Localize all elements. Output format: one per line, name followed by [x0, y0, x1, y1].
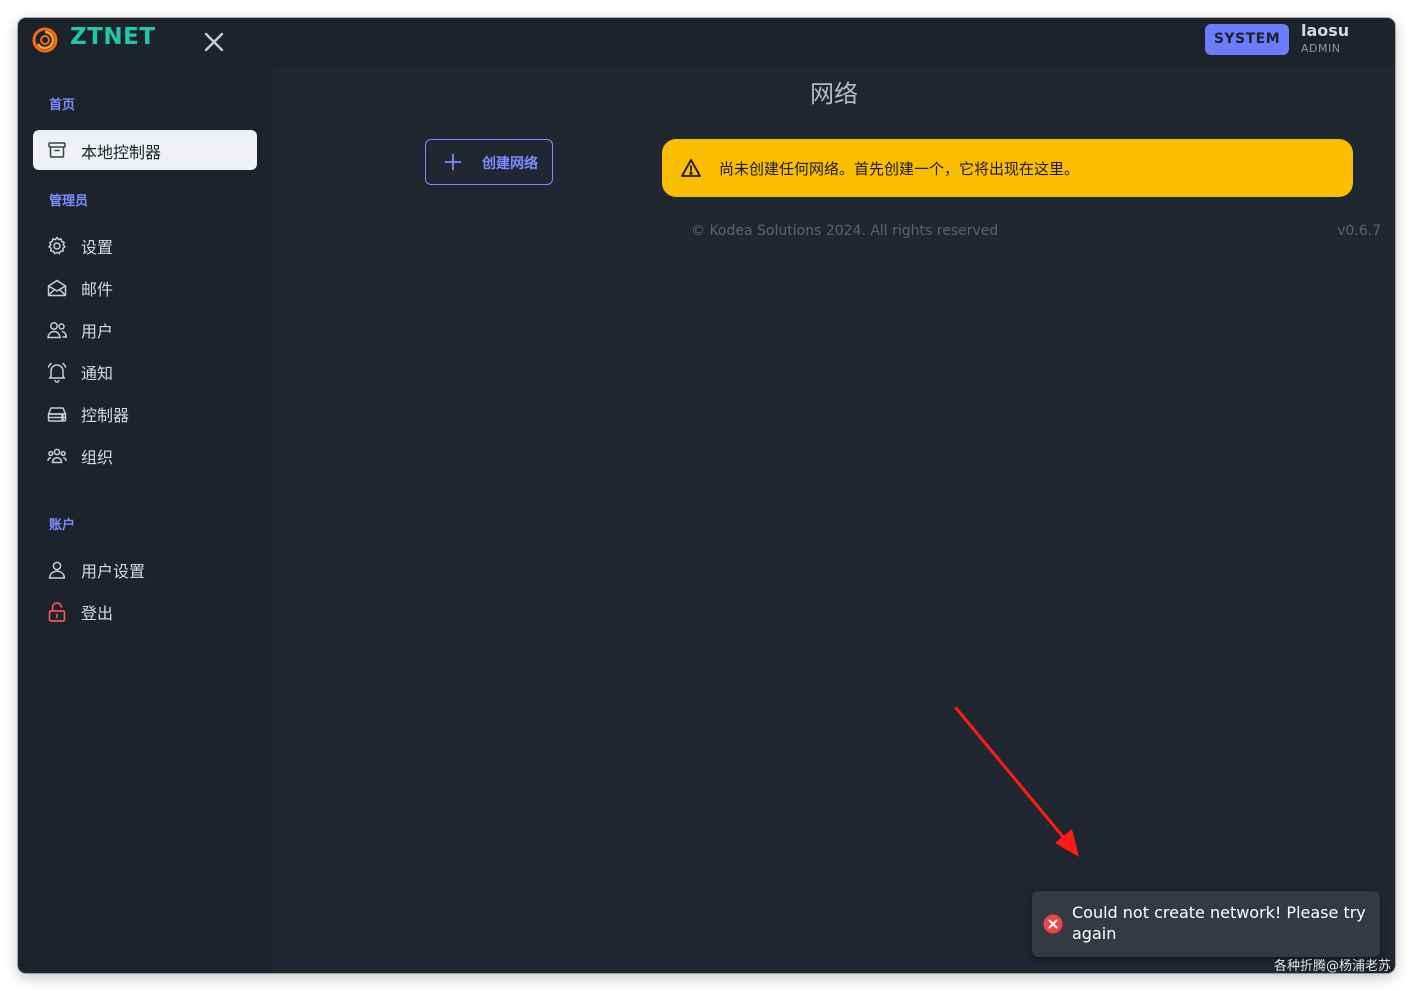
main-content: 网络 创建网络 尚未创建任何网络。首先创建一个，它将出现在这里。 © Kodea… — [273, 66, 1395, 973]
sidebar-item-label: 用户设置 — [81, 562, 146, 581]
app-window: ZTNET SYSTEM laosu ADMIN 首页 本地控制器 管理员 设置 — [18, 18, 1395, 973]
gear-icon — [48, 236, 66, 255]
sidebar-item-label: 控制器 — [81, 406, 130, 425]
sidebar-item-label: 通知 — [81, 364, 114, 383]
unlock-icon — [48, 602, 66, 622]
footer-copyright: © Kodea Solutions 2024. All rights reser… — [691, 223, 999, 239]
ztnet-logo-icon — [32, 27, 58, 53]
sidebar-item-user-settings[interactable]: 用户设置 — [33, 551, 257, 587]
server-icon — [47, 407, 67, 422]
user-icon — [48, 561, 66, 579]
create-network-button[interactable]: 创建网络 — [425, 139, 553, 185]
sidebar-item-controller[interactable]: 控制器 — [33, 395, 257, 431]
sidebar-item-label: 用户 — [81, 322, 114, 341]
user-group-icon — [47, 448, 67, 464]
app-version: v0.6.7 — [1337, 223, 1381, 239]
sidebar: 首页 本地控制器 管理员 设置 邮件 用户 通知 控制器 组织 账户 用户设置 … — [18, 66, 273, 973]
error-toast: Could not create network! Please try aga… — [1032, 891, 1380, 957]
sidebar-item-label: 本地控制器 — [81, 143, 162, 162]
sidebar-item-label: 邮件 — [81, 280, 114, 299]
sidebar-item-label: 组织 — [81, 448, 114, 467]
top-bar: ZTNET SYSTEM laosu ADMIN — [18, 18, 1395, 66]
system-button[interactable]: SYSTEM — [1205, 24, 1289, 55]
close-icon[interactable] — [202, 30, 226, 54]
sidebar-item-notifications[interactable]: 通知 — [33, 353, 257, 389]
sidebar-item-logout[interactable]: 登出 — [33, 593, 257, 629]
section-label-home: 首页 — [49, 98, 76, 113]
error-x-icon — [1043, 914, 1063, 934]
sidebar-item-mail[interactable]: 邮件 — [33, 269, 257, 305]
create-network-label: 创建网络 — [482, 156, 538, 172]
toast-message: Could not create network! Please try aga… — [1072, 903, 1366, 943]
archive-box-icon — [48, 142, 66, 158]
sidebar-item-settings[interactable]: 设置 — [33, 227, 257, 263]
sidebar-item-label: 登出 — [81, 604, 114, 623]
brand-name[interactable]: ZTNET — [70, 24, 156, 50]
user-role: ADMIN — [1301, 42, 1341, 55]
section-label-account: 账户 — [49, 518, 76, 533]
section-label-admin: 管理员 — [49, 194, 89, 209]
sidebar-item-organization[interactable]: 组织 — [33, 437, 257, 473]
plus-icon — [444, 153, 462, 171]
warning-triangle-icon — [681, 159, 701, 177]
mail-icon — [47, 279, 67, 297]
no-networks-alert: 尚未创建任何网络。首先创建一个，它将出现在这里。 — [662, 139, 1353, 197]
sidebar-item-local-controller[interactable]: 本地控制器 — [33, 130, 257, 170]
sidebar-item-label: 设置 — [81, 238, 114, 257]
page-title: 网络 — [810, 80, 858, 108]
bell-icon — [47, 362, 67, 383]
alert-text: 尚未创建任何网络。首先创建一个，它将出现在这里。 — [719, 160, 1080, 178]
user-name[interactable]: laosu — [1301, 21, 1349, 40]
watermark-text: 各种折腾@杨浦老苏 — [1274, 959, 1392, 974]
users-icon — [47, 322, 68, 339]
sidebar-item-users[interactable]: 用户 — [33, 311, 257, 347]
